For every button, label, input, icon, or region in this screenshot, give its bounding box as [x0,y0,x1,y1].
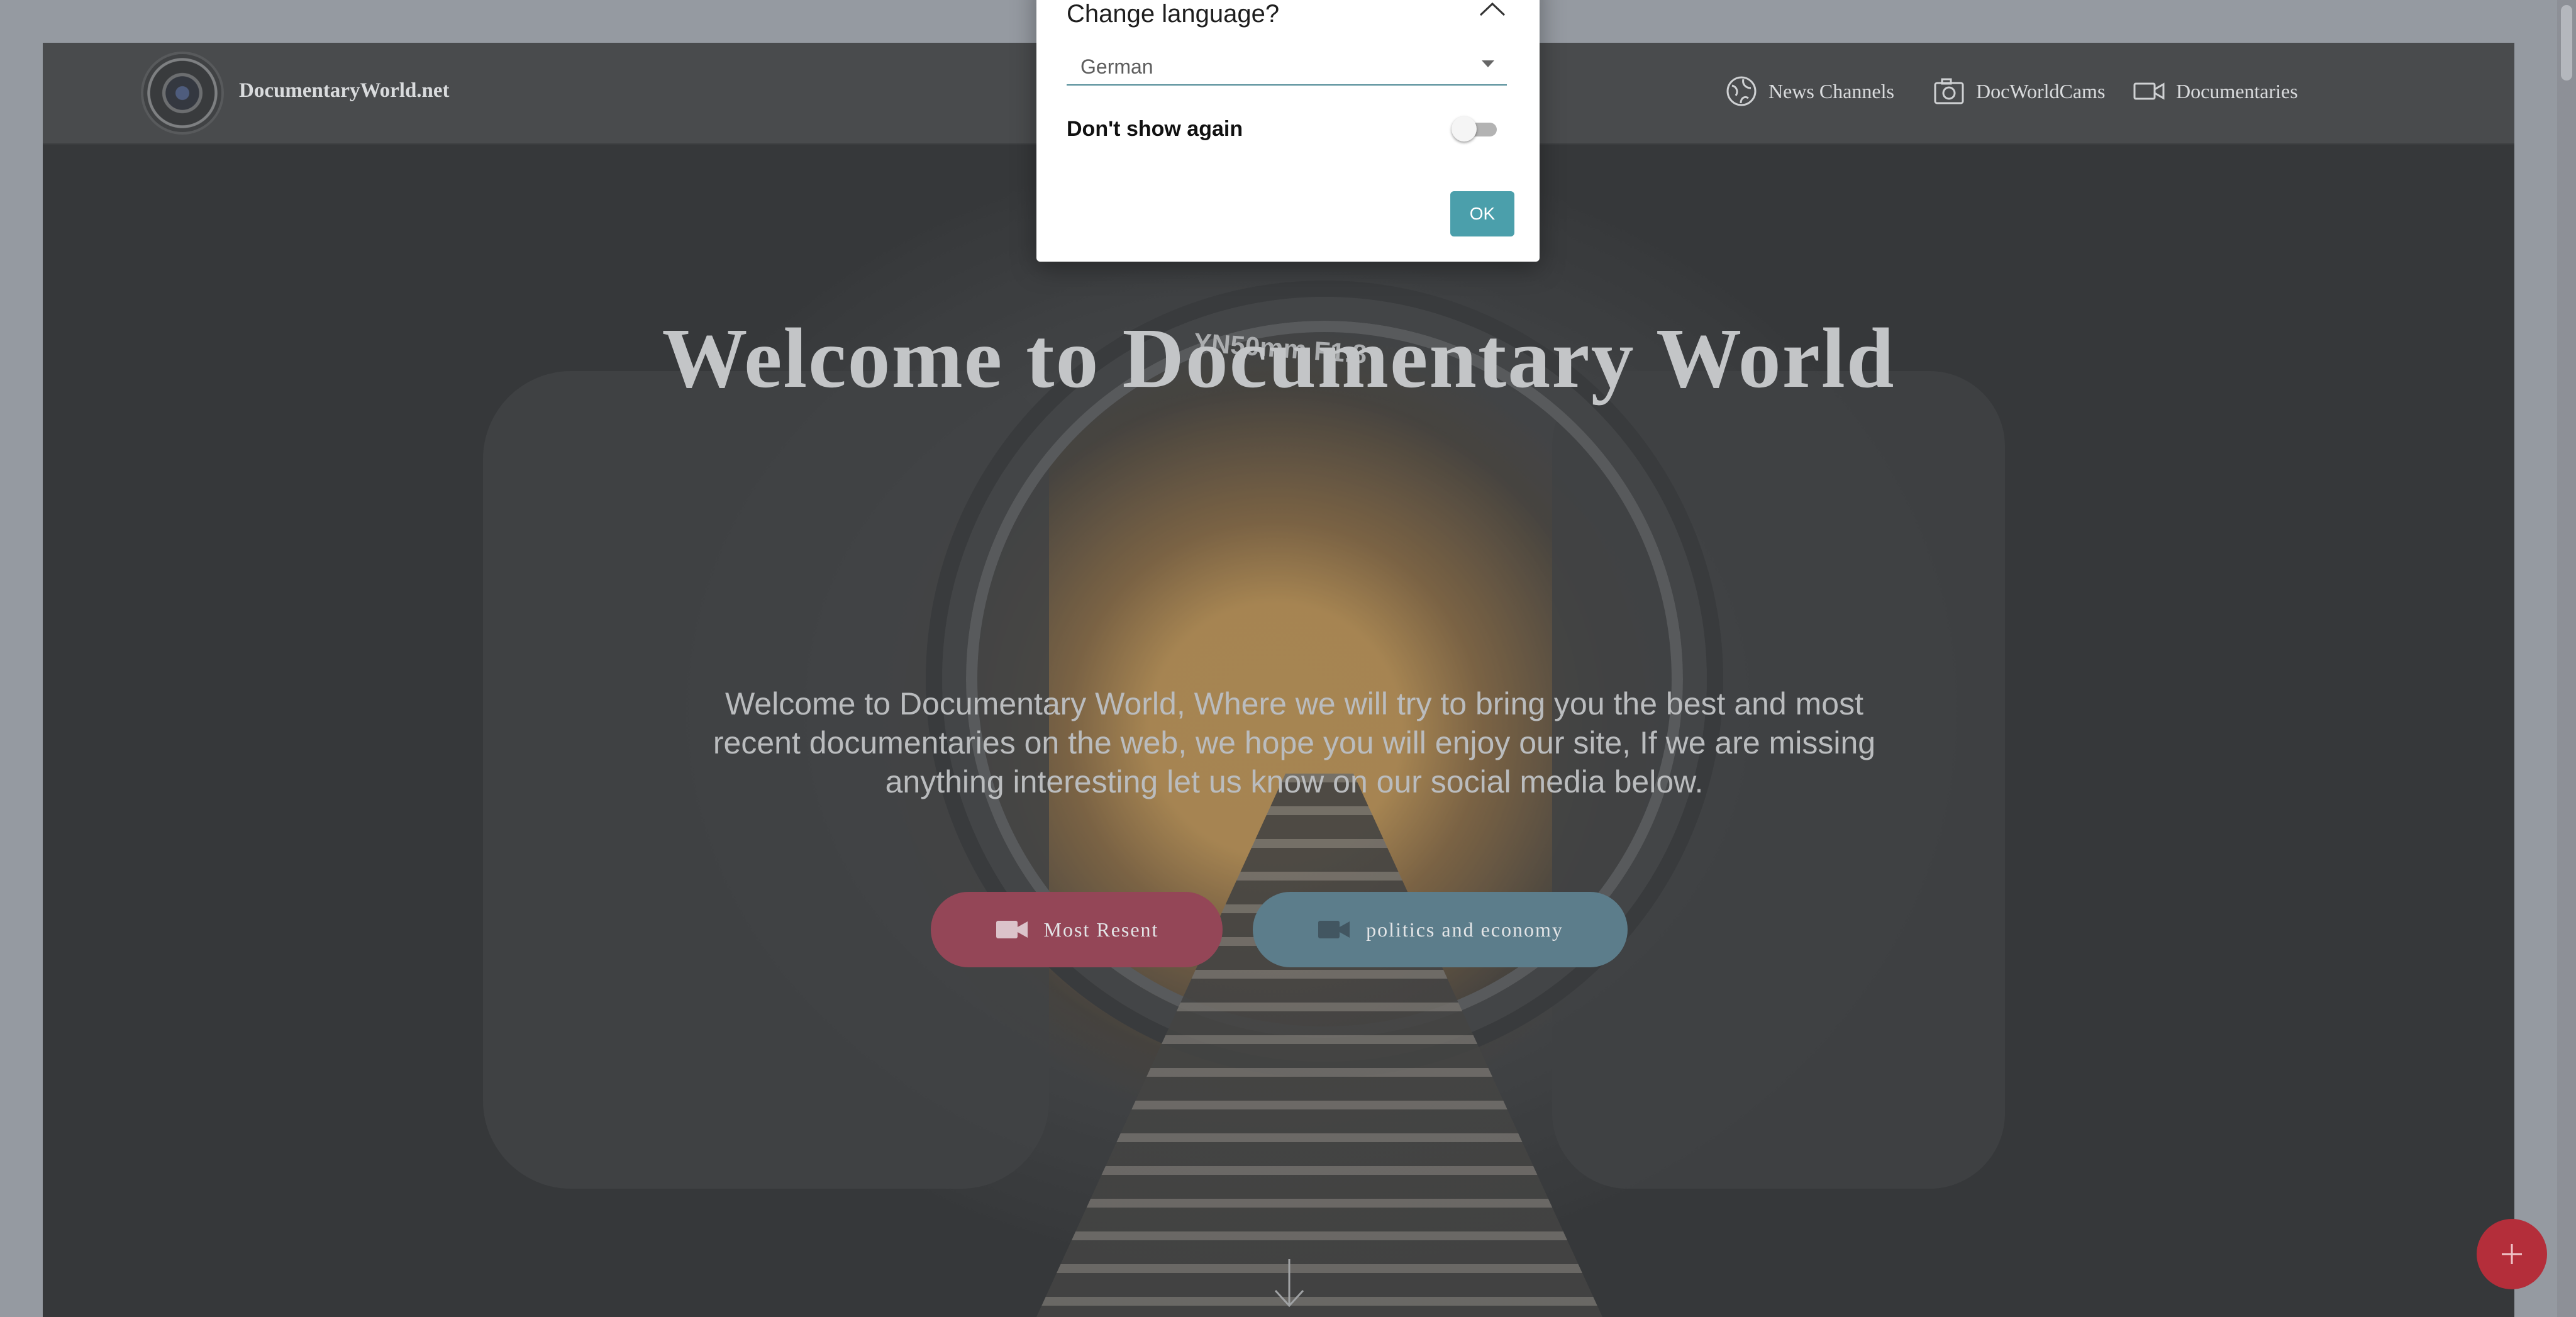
dont-show-again-toggle[interactable] [1450,114,1503,143]
scrollbar-track[interactable] [2557,0,2576,1317]
toggle-knob [1452,116,1477,142]
ok-button[interactable]: OK [1450,191,1514,236]
dont-show-again-label: Don't show again [1067,117,1243,141]
language-select[interactable]: German [1067,49,1507,86]
chevron-up-icon[interactable] [1477,0,1508,21]
dropdown-arrow-icon [1482,60,1494,67]
add-floating-button[interactable] [2477,1219,2547,1289]
dialog-title: Change language? [1067,0,1280,28]
scrollbar-thumb[interactable] [2561,5,2572,81]
change-language-dialog: Change language? German Don't show again… [1036,0,1540,262]
plus-icon [2502,1244,2522,1264]
language-select-value: German [1080,55,1153,78]
